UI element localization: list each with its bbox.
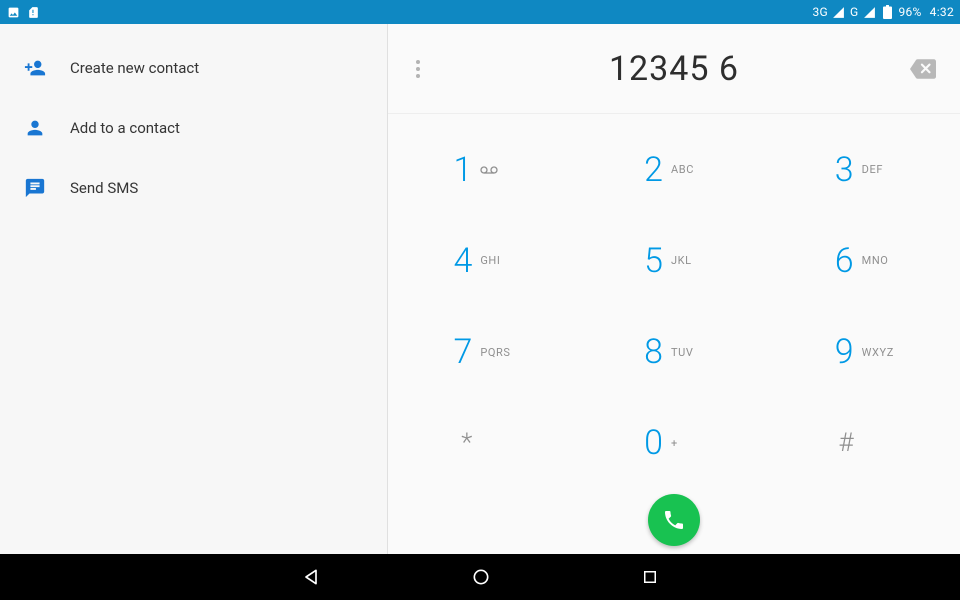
battery-icon [880,5,894,19]
key-digit: 8 [643,332,663,372]
network-label: 3G [812,5,828,19]
key-digit: 9 [834,332,854,372]
keypad: 1 2 ABC 3 DEF 4 GHI 5 [388,114,960,494]
person-icon [24,117,70,139]
key-digit: 7 [452,332,472,372]
backspace-button[interactable] [910,59,936,79]
dial-header: 12345 6 [388,24,960,114]
key-3[interactable]: 3 DEF [769,124,960,215]
status-right: 3G G 96% 4:32 [812,5,954,19]
sidebar: Create new contact Add to a contact Send… [0,24,388,554]
key-digit: 6 [834,241,854,281]
sidebar-item-label: Create new contact [70,59,199,77]
dial-display: 12345 6 [388,49,960,89]
sidebar-item-add-to-contact[interactable]: Add to a contact [0,98,387,158]
key-digit: 3 [834,150,854,190]
key-7[interactable]: 7 PQRS [388,307,579,398]
nav-bar [0,554,960,600]
status-bar: 3G G 96% 4:32 [0,0,960,24]
network-g-label: G [850,5,858,19]
key-8[interactable]: 8 TUV [579,307,770,398]
signal-icon-2 [862,5,876,19]
nav-recent-button[interactable] [641,568,659,586]
key-1[interactable]: 1 [388,124,579,215]
key-digit: * [452,428,472,458]
key-4[interactable]: 4 GHI [388,215,579,306]
key-digit: 0 [643,423,663,463]
key-digit: 4 [452,241,472,281]
signal-icon [832,5,846,19]
message-icon [24,177,70,199]
key-sub: ABC [671,163,705,176]
overflow-menu-icon[interactable] [412,56,424,82]
key-sub: GHI [480,254,514,267]
nav-back-button[interactable] [301,567,321,587]
key-6[interactable]: 6 MNO [769,215,960,306]
key-sub: TUV [671,346,705,359]
key-sub: + [671,437,705,450]
status-left [6,5,40,19]
key-sub: DEF [862,163,896,176]
call-row [388,494,960,554]
key-9[interactable]: 9 WXYZ [769,307,960,398]
key-0[interactable]: 0 + [579,398,770,489]
key-digit: 5 [643,241,663,281]
key-sub: MNO [862,254,896,267]
screen: 3G G 96% 4:32 Create new contact [0,0,960,600]
key-digit: 1 [452,150,472,190]
key-digit: 2 [643,150,663,190]
key-5[interactable]: 5 JKL [579,215,770,306]
key-hash[interactable]: # [769,398,960,489]
key-sub: JKL [671,254,705,267]
sd-icon [26,5,40,19]
key-digit: # [834,428,854,458]
battery-percent: 96% [898,5,921,19]
sidebar-item-label: Send SMS [70,179,138,197]
add-person-icon [24,57,70,79]
sidebar-item-create-contact[interactable]: Create new contact [0,38,387,98]
key-2[interactable]: 2 ABC [579,124,770,215]
image-icon [6,5,20,19]
clock: 4:32 [930,5,954,19]
sidebar-item-send-sms[interactable]: Send SMS [0,158,387,218]
sidebar-item-label: Add to a contact [70,119,180,137]
dial-panel: 12345 6 1 2 ABC 3 DEF [388,24,960,554]
content: Create new contact Add to a contact Send… [0,24,960,554]
key-star[interactable]: * [388,398,579,489]
key-sub: WXYZ [862,346,896,359]
key-sub: PQRS [480,346,514,359]
call-button[interactable] [648,494,700,546]
nav-home-button[interactable] [471,567,491,587]
voicemail-icon [480,166,514,174]
